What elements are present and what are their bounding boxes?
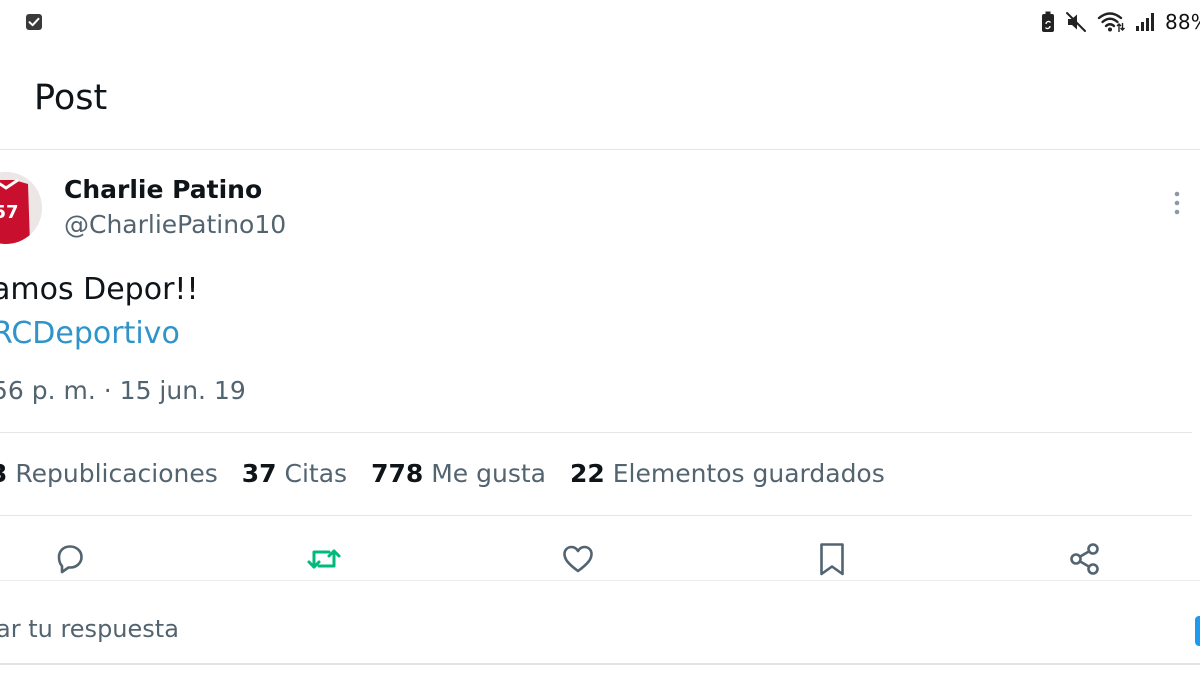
share-icon	[1066, 540, 1104, 582]
reply-icon	[51, 540, 89, 582]
avatar[interactable]: 57	[0, 172, 42, 244]
stats-bottom-divider	[0, 515, 1192, 516]
battery-saver-icon	[1041, 11, 1055, 33]
bottom-divider	[0, 663, 1200, 665]
like-icon	[559, 540, 597, 582]
stats-top-divider	[0, 432, 1192, 433]
reply-input[interactable]: ar tu respuesta	[0, 615, 179, 643]
stat-quotes[interactable]: 37 Citas	[242, 459, 347, 488]
share-button[interactable]	[1066, 542, 1104, 580]
tweet-text: amos Depor!! RCDeportivo	[0, 268, 198, 356]
signal-icon	[1135, 12, 1155, 32]
stat-bookmarks[interactable]: 22 Elementos guardados	[570, 459, 885, 488]
header-divider	[0, 149, 1200, 150]
stat-label: Citas	[284, 459, 348, 488]
retweet-button[interactable]	[305, 542, 343, 580]
stat-value: 3	[0, 459, 7, 488]
svg-text:57: 57	[0, 202, 19, 223]
like-button[interactable]	[559, 542, 597, 580]
actions-divider	[0, 580, 1200, 581]
bookmark-button[interactable]	[813, 542, 851, 580]
checkbox-notification-icon	[25, 13, 43, 31]
mute-icon	[1065, 11, 1087, 33]
stat-reposts[interactable]: 3 Republicaciones	[0, 459, 218, 488]
retweet-icon	[305, 540, 343, 582]
stat-value: 778	[371, 459, 424, 488]
hashtag-link[interactable]: RCDeportivo	[0, 312, 198, 356]
post-screen: 88% Post 57 Charlie Patino @CharliePatin…	[0, 0, 1200, 675]
engagement-stats: 3 Republicaciones 37 Citas 778 Me gusta …	[0, 459, 885, 488]
stat-label: Me gusta	[431, 459, 546, 488]
battery-percent: 88%	[1164, 10, 1200, 34]
wifi-icon	[1097, 11, 1125, 33]
more-options-icon[interactable]	[1168, 190, 1186, 218]
tweet-timestamp: 56 p. m. · 15 jun. 19	[0, 376, 246, 405]
reply-button[interactable]	[51, 542, 89, 580]
stat-value: 22	[569, 459, 605, 488]
tweet-body-text: amos Depor!!	[0, 272, 199, 307]
page-title: Post	[34, 78, 108, 118]
reply-submit-button[interactable]	[1195, 616, 1200, 646]
stat-value: 37	[241, 459, 277, 488]
stat-label: Republicaciones	[15, 459, 218, 488]
author-name[interactable]: Charlie Patino	[64, 175, 262, 204]
author-handle[interactable]: @CharliePatino10	[64, 210, 286, 239]
stat-likes[interactable]: 778 Me gusta	[371, 459, 546, 488]
stat-label: Elementos guardados	[612, 459, 885, 488]
status-bar-right: 88%	[1041, 8, 1200, 36]
bookmark-icon	[813, 540, 851, 582]
